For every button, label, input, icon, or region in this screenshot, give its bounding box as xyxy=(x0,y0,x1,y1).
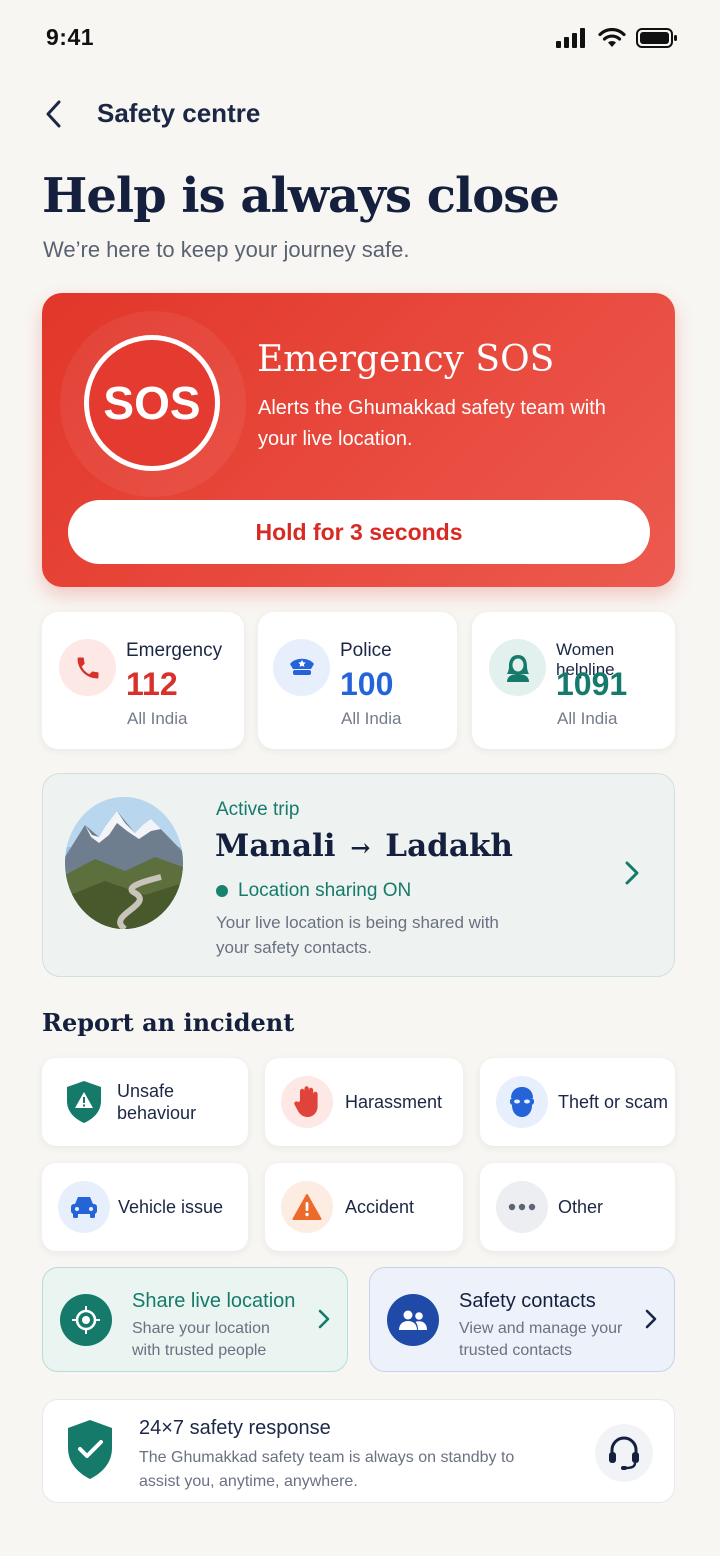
warning-triangle-icon xyxy=(281,1181,333,1233)
incident-label: Accident xyxy=(345,1197,415,1217)
helpline-number: 1091 xyxy=(556,666,628,702)
helpline-name: Police xyxy=(340,640,392,661)
helpline-card-women[interactable]: Women helpline 1091 All India xyxy=(472,612,675,749)
helpline-number: 100 xyxy=(340,666,394,702)
helpline-name: Emergency xyxy=(126,640,223,661)
chevron-left-icon xyxy=(46,100,61,128)
response-title: 24×7 safety response xyxy=(139,1417,331,1439)
location-target-icon xyxy=(60,1294,112,1346)
trip-to: Ladakh xyxy=(385,828,513,864)
headset-icon[interactable] xyxy=(595,1424,653,1482)
share-description: Share your location with trusted people xyxy=(132,1320,270,1359)
status-icons xyxy=(556,28,678,48)
incident-label: Harassment xyxy=(345,1092,443,1112)
helpline-area: All India xyxy=(341,709,402,728)
helpline-area: All India xyxy=(557,709,618,728)
report-section-title: Report an incident xyxy=(42,1008,295,1037)
share-live-location-card[interactable]: Share live location Share your location … xyxy=(42,1267,348,1372)
contacts-description: View and manage your trusted contacts xyxy=(459,1320,623,1359)
safety-response-card: 24×7 safety response The Ghumakkad safet… xyxy=(42,1399,675,1503)
mountain-road-image xyxy=(65,797,183,929)
warning-shield-icon xyxy=(58,1076,110,1128)
more-dots-icon xyxy=(496,1181,548,1233)
incident-label: Unsafe behaviour xyxy=(117,1081,197,1123)
trip-description: Your live location is being shared with … xyxy=(216,913,499,957)
phone-icon xyxy=(59,639,116,696)
helpline-card-police[interactable]: Police 100 All India xyxy=(258,612,457,749)
signal-icon xyxy=(556,28,585,48)
chevron-right-icon xyxy=(318,1309,330,1329)
back-button[interactable] xyxy=(36,96,72,132)
incident-theft-or-scam[interactable]: Theft or scam xyxy=(480,1058,675,1146)
incident-accident[interactable]: Accident xyxy=(265,1163,463,1251)
safety-contacts-card[interactable]: Safety contacts View and manage your tru… xyxy=(369,1267,675,1372)
helpline-area: All India xyxy=(127,709,188,728)
trip-label: Active trip xyxy=(216,799,300,820)
sos-card: SOS Emergency SOS Alerts the Ghumakkad s… xyxy=(42,293,675,587)
incident-vehicle-issue[interactable]: Vehicle issue xyxy=(42,1163,248,1251)
car-icon xyxy=(58,1181,110,1233)
sos-title: Emergency SOS xyxy=(257,339,555,380)
incident-unsafe-behaviour[interactable]: Unsafe behaviour xyxy=(42,1058,248,1146)
hero-title: Help is always close xyxy=(42,168,560,224)
masked-thief-icon xyxy=(496,1076,548,1128)
police-cap-icon xyxy=(273,639,330,696)
share-title: Share live location xyxy=(132,1290,296,1312)
incident-other[interactable]: Other xyxy=(480,1163,675,1251)
check-shield-icon xyxy=(68,1420,112,1479)
sos-badge[interactable]: SOS xyxy=(84,335,220,471)
helpline-card-emergency[interactable]: Emergency 112 All India xyxy=(42,612,244,749)
woman-icon xyxy=(489,639,546,696)
status-dot-icon xyxy=(216,885,228,897)
hero-subtitle: We’re here to keep your journey safe. xyxy=(43,237,410,262)
incident-harassment[interactable]: Harassment xyxy=(265,1058,463,1146)
arrow-right-icon: → xyxy=(350,833,371,862)
people-icon xyxy=(387,1294,439,1346)
helpline-number: 112 xyxy=(126,666,178,702)
battery-icon xyxy=(636,28,677,48)
sos-hold-button[interactable]: Hold for 3 seconds xyxy=(68,500,650,564)
trip-status-label: Location sharing ON xyxy=(238,880,412,901)
sos-description: Alerts the Ghumakkad safety team with yo… xyxy=(258,397,606,450)
active-trip-card[interactable]: Active trip Manali → Ladakh Location sha… xyxy=(42,773,675,977)
contacts-title: Safety contacts xyxy=(459,1290,596,1312)
page-title: Safety centre xyxy=(97,98,261,128)
trip-route: Manali → Ladakh xyxy=(215,828,513,864)
wifi-icon xyxy=(598,28,626,47)
stop-hand-icon xyxy=(281,1076,333,1128)
incident-label: Other xyxy=(558,1197,604,1217)
location-sharing-status: Location sharing ON xyxy=(216,880,411,902)
incident-label: Vehicle issue xyxy=(118,1197,224,1217)
chevron-right-icon[interactable] xyxy=(619,858,645,888)
status-time: 9:41 xyxy=(46,24,95,50)
trip-from: Manali xyxy=(215,828,336,864)
response-description: The Ghumakkad safety team is always on s… xyxy=(139,1449,515,1490)
incident-label: Theft or scam xyxy=(558,1092,669,1112)
chevron-right-icon xyxy=(645,1309,657,1329)
